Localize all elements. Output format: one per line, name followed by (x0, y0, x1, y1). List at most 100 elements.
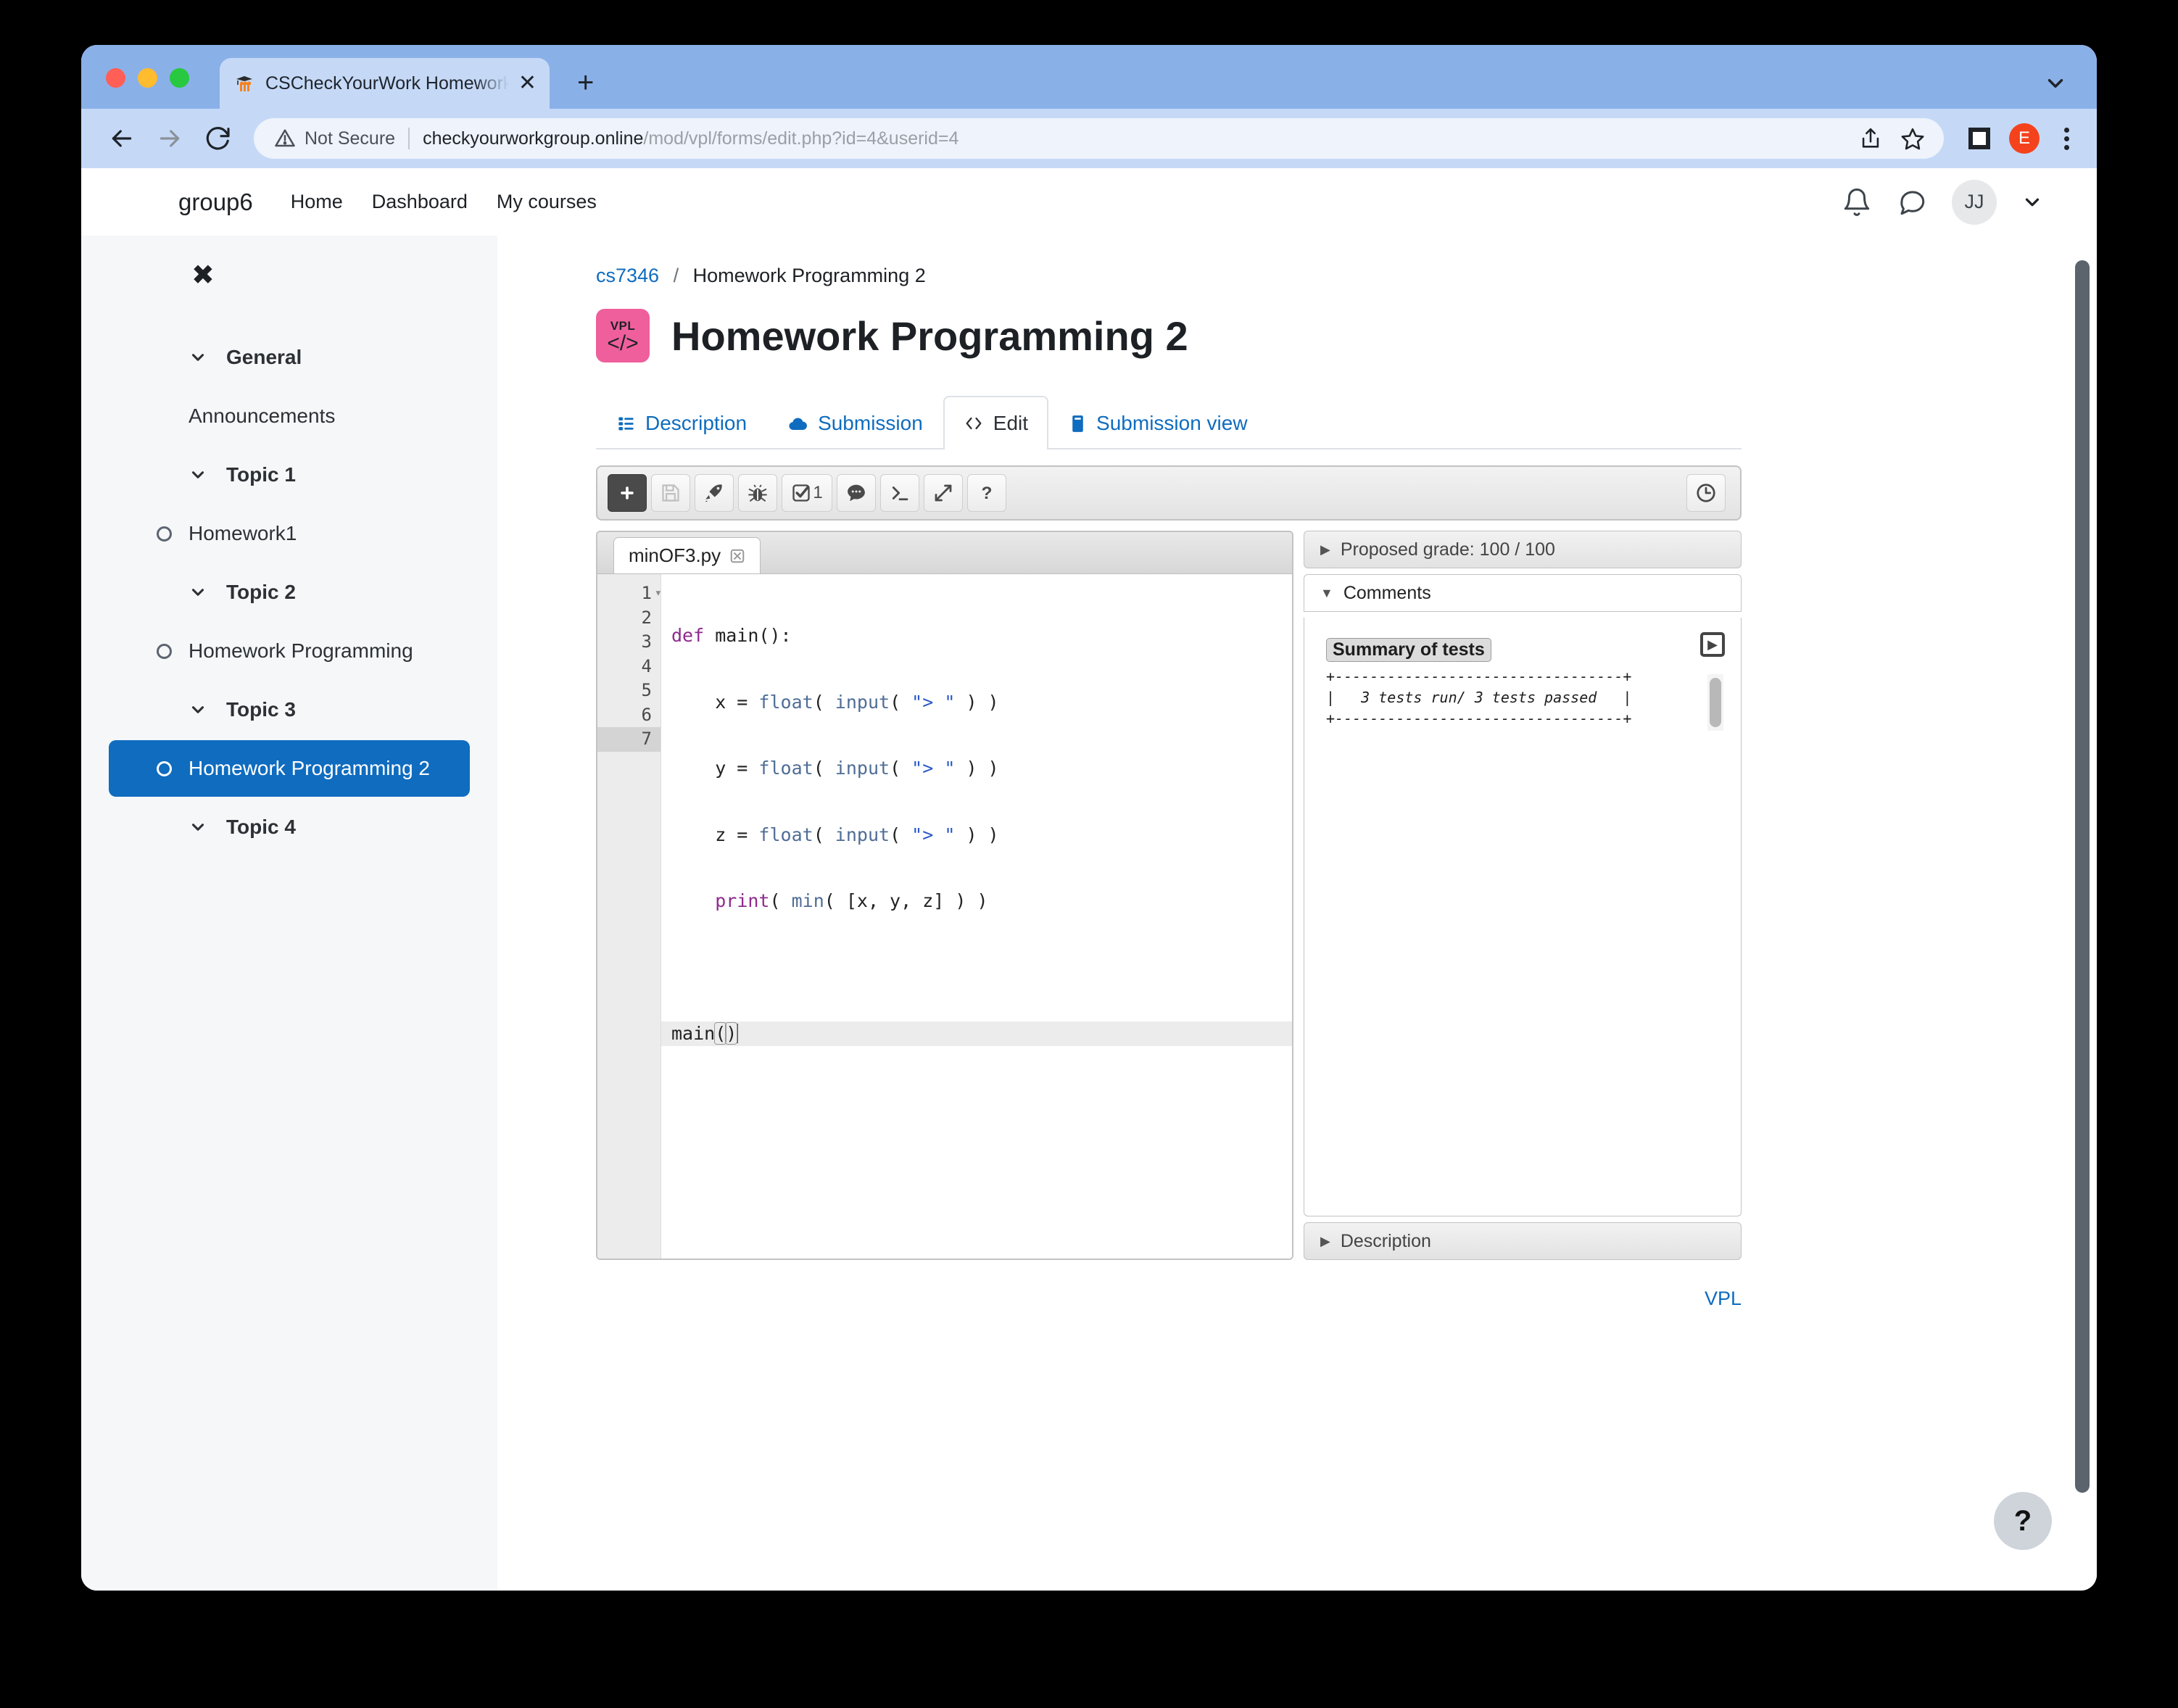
code-icon (964, 413, 984, 434)
sidebar-section-general[interactable]: General (81, 327, 497, 388)
primary-nav: Home Dashboard My courses (291, 191, 597, 213)
browser-menu-icon[interactable] (2058, 127, 2075, 150)
vpl-footer: VPL (596, 1260, 1742, 1310)
tab-list-chevron-down-icon[interactable] (2043, 71, 2068, 96)
help-button[interactable]: ? (967, 474, 1006, 512)
code-line: main() (661, 1021, 1292, 1046)
file-tab-bar: minOF3.py (597, 532, 1292, 574)
breadcrumb-separator: / (673, 265, 679, 286)
browser-tab[interactable]: CSCheckYourWork Homework ✕ (220, 58, 550, 109)
line-number: 2 (641, 607, 652, 628)
history-button[interactable] (1686, 474, 1726, 512)
reload-button[interactable] (199, 120, 236, 157)
sidebar-close-button[interactable]: ✖ (81, 262, 497, 289)
security-status[interactable]: Not Secure (274, 128, 395, 149)
nav-item-my-courses[interactable]: My courses (497, 191, 597, 213)
breadcrumb-course-link[interactable]: cs7346 (596, 265, 659, 286)
site-brand[interactable]: group6 (178, 188, 253, 216)
code-line: def main(): (671, 625, 792, 646)
sidebar-item-announcements[interactable]: Announcements (109, 388, 470, 444)
nav-item-dashboard[interactable]: Dashboard (372, 191, 468, 213)
messages-bubble-icon[interactable] (1897, 187, 1927, 217)
main-content: cs7346 / Homework Programming 2 VPL </> … (497, 236, 2097, 1591)
line-number: 5 (641, 680, 652, 700)
sidebar-item-homework1[interactable]: Homework1 (109, 505, 470, 562)
tab-label: Submission view (1096, 412, 1248, 434)
fold-arrow-icon[interactable]: ▾ (655, 581, 662, 606)
run-comment-play-button[interactable]: ▶ (1700, 632, 1725, 657)
sidebar-section-topic-2[interactable]: Topic 2 (81, 562, 497, 623)
address-bar[interactable]: Not Secure checkyourworkgroup.online/mod… (254, 118, 1944, 159)
file-tab-close-icon[interactable] (729, 548, 745, 564)
close-window-button[interactable] (106, 68, 125, 88)
nav-item-home[interactable]: Home (291, 191, 343, 213)
sidebar-section-topic-1[interactable]: Topic 1 (81, 444, 497, 505)
site-header: group6 Home Dashboard My courses JJ (81, 168, 2097, 236)
activity-title-row: VPL </> Homework Programming 2 (596, 309, 2097, 362)
warning-triangle-icon (275, 129, 295, 147)
vpl-footer-link[interactable]: VPL (1705, 1288, 1742, 1309)
console-button[interactable] (880, 474, 919, 512)
maximize-window-button[interactable] (170, 68, 189, 88)
evaluate-button[interactable]: 1 (782, 474, 832, 512)
sidebar-item-homework-programming-2[interactable]: Homework Programming 2 (109, 740, 470, 797)
side-panel-toggle-icon[interactable] (1968, 128, 1990, 149)
comments-accordion[interactable]: ▼ Comments (1304, 574, 1742, 612)
completion-circle-icon (157, 643, 172, 659)
fullscreen-button[interactable] (924, 474, 963, 512)
new-file-button[interactable] (608, 474, 647, 512)
comments-button[interactable] (837, 474, 876, 512)
forward-button[interactable] (151, 120, 189, 157)
user-menu-chevron-down-icon[interactable] (2021, 191, 2043, 213)
line-number: 4 (641, 655, 652, 676)
tab-description[interactable]: Description (596, 396, 767, 449)
code-editor-pane: minOF3.py ▾ 1 2 3 4 5 6 7 def main(): x … (596, 531, 1293, 1260)
minimize-window-button[interactable] (138, 68, 157, 88)
back-button[interactable] (103, 120, 141, 157)
sidebar-item-homework-programming[interactable]: Homework Programming (109, 623, 470, 679)
file-tab-minof3[interactable]: minOF3.py (613, 537, 761, 573)
page-scrollbar[interactable] (2075, 260, 2090, 1493)
debug-button[interactable] (738, 474, 777, 512)
proposed-grade-accordion[interactable]: ▶ Proposed grade: 100 / 100 (1304, 531, 1742, 568)
sidebar-section-topic-4[interactable]: Topic 4 (81, 797, 497, 858)
line-number: 3 (641, 631, 652, 652)
code-text[interactable]: def main(): x = float( input( "> " ) ) y… (661, 574, 1292, 1259)
code-area[interactable]: ▾ 1 2 3 4 5 6 7 def main(): x = float(i… (597, 574, 1292, 1259)
vpl-body: minOF3.py ▾ 1 2 3 4 5 6 7 def main(): x … (596, 531, 1742, 1260)
page-title: Homework Programming 2 (671, 312, 1188, 359)
proposed-grade-label: Proposed grade: 100 / 100 (1340, 539, 1555, 560)
browser-window: CSCheckYourWork Homework ✕ + Not Secure … (81, 45, 2097, 1591)
test-summary-output: +---------------------------------+ | 3 … (1326, 668, 1632, 727)
tab-label: Submission (818, 412, 923, 434)
tab-close-icon[interactable]: ✕ (518, 72, 537, 94)
sidebar-item-label: Homework Programming 2 (189, 757, 430, 779)
evaluate-count-badge: 1 (813, 483, 823, 502)
comments-scrollbar[interactable] (1707, 674, 1723, 731)
share-icon[interactable] (1858, 126, 1883, 151)
address-bar-url: checkyourworkgroup.online/mod/vpl/forms/… (423, 128, 958, 149)
activity-tabs: Description Submission Edit Submission v… (596, 394, 1742, 449)
notifications-bell-icon[interactable] (1842, 187, 1872, 217)
chevron-down-icon (189, 818, 207, 837)
line-number-gutter: ▾ 1 2 3 4 5 6 7 (597, 574, 662, 1259)
tab-submission[interactable]: Submission (767, 396, 943, 449)
accordion-arrow-down-icon: ▼ (1320, 585, 1333, 600)
completion-circle-icon (157, 760, 172, 776)
user-avatar[interactable]: JJ (1952, 179, 1997, 225)
new-tab-button[interactable]: + (577, 68, 594, 97)
course-index-sidebar: ✖ General Announcements Topic 1 Homework… (81, 236, 497, 1591)
omnibox-divider (408, 128, 410, 149)
help-floating-button[interactable]: ? (1994, 1492, 2052, 1550)
browser-profile-avatar[interactable]: E (2009, 123, 2040, 154)
run-button[interactable] (695, 474, 734, 512)
tab-edit[interactable]: Edit (943, 396, 1049, 449)
description-accordion[interactable]: ▶ Description (1304, 1222, 1742, 1260)
comments-content: Summary of tests +----------------------… (1304, 618, 1742, 1216)
code-line: print( min( [x, y, z] ) ) (715, 890, 988, 911)
summary-of-tests-title: Summary of tests (1326, 638, 1491, 662)
sidebar-section-topic-3[interactable]: Topic 3 (81, 679, 497, 740)
bookmark-star-icon[interactable] (1900, 126, 1925, 151)
tab-submission-view[interactable]: Submission view (1048, 396, 1268, 449)
browser-tab-title: CSCheckYourWork Homework (265, 72, 509, 94)
